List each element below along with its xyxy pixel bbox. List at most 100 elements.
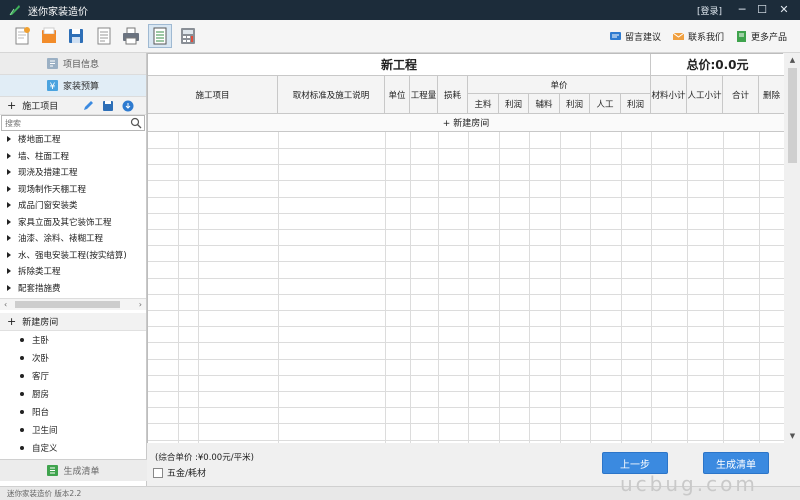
save-item-icon[interactable]: [102, 100, 114, 112]
expand-arrow-icon[interactable]: [7, 136, 11, 143]
header-unit-price: 单价: [468, 76, 651, 94]
header-unit: 单位: [385, 76, 410, 114]
feedback-link[interactable]: 留言建议: [610, 30, 661, 43]
tree-item[interactable]: 水、强电安装工程(按实结算): [0, 247, 146, 264]
grid-column-line: [178, 132, 179, 444]
more-products-label: 更多产品: [751, 33, 788, 43]
add-construction-button[interactable]: +: [7, 99, 16, 112]
search-input[interactable]: [2, 116, 122, 130]
tree-item[interactable]: 油漆、涂料、裱糊工程: [0, 230, 146, 247]
print-icon[interactable]: [121, 26, 141, 46]
contact-link[interactable]: 联系我们: [673, 30, 724, 43]
project-title: 新工程: [148, 54, 651, 76]
grid-row-line: [148, 294, 784, 295]
scroll-right-arrow-icon[interactable]: ›: [139, 300, 142, 309]
add-room-row[interactable]: + 新建房间: [148, 114, 784, 132]
scroll-thumb[interactable]: [788, 68, 797, 163]
scroll-thumb[interactable]: [15, 301, 120, 308]
grid-column-line: [560, 132, 561, 444]
expand-arrow-icon[interactable]: [7, 218, 11, 225]
open-folder-icon[interactable]: [39, 26, 59, 46]
bullet-icon: [20, 374, 24, 378]
tree-item-label: 成品门窗安装类: [18, 201, 78, 212]
room-list: 主卧 次卧 客厅 厨房 阳台 卫生间 自定义: [0, 331, 146, 457]
nav-generate-list[interactable]: 生成清单: [0, 459, 147, 481]
grid-row-line: [148, 391, 784, 392]
room-item[interactable]: 次卧: [0, 349, 146, 367]
search-icon[interactable]: [130, 117, 142, 129]
hardware-label: 五金/耗材: [167, 469, 207, 479]
save-icon[interactable]: [66, 26, 86, 46]
table-grid[interactable]: [148, 132, 784, 444]
room-item[interactable]: 客厅: [0, 367, 146, 385]
expand-arrow-icon[interactable]: [7, 268, 11, 275]
scroll-left-arrow-icon[interactable]: ‹: [4, 300, 7, 309]
header-delete: 删除: [759, 76, 784, 114]
tree-item[interactable]: 成品门窗安装类: [0, 197, 146, 214]
grid-row-line: [148, 375, 784, 376]
tree-item[interactable]: 现浇及措建工程: [0, 164, 146, 181]
more-products-link[interactable]: 更多产品: [736, 30, 787, 43]
calculator-icon[interactable]: [178, 26, 198, 46]
grid-column-line: [410, 132, 411, 444]
nav-project-info[interactable]: 项目信息: [0, 53, 146, 75]
grid-column-line: [198, 132, 199, 444]
close-button[interactable]: ✕: [775, 2, 793, 18]
tree-item[interactable]: 现场制作天棚工程: [0, 181, 146, 198]
svg-text:¥: ¥: [50, 82, 56, 91]
tree-item[interactable]: 家具立面及其它装饰工程: [0, 214, 146, 231]
scroll-up-arrow-icon[interactable]: ▲: [785, 53, 800, 67]
room-item[interactable]: 阳台: [0, 403, 146, 421]
new-file-icon[interactable]: [12, 26, 32, 46]
app-title: 迷你家装造价: [28, 6, 88, 18]
tree-item[interactable]: 楼地面工程: [0, 131, 146, 148]
header-profit: 利润: [560, 94, 590, 114]
expand-arrow-icon[interactable]: [7, 235, 11, 242]
budget-table: 新工程 总价:0.0元 施工项目 取材标准及施工说明 单位 工程量 损耗 单价 …: [147, 53, 784, 444]
nav-budget-label: 家装预算: [62, 82, 99, 92]
minimize-button[interactable]: ─: [733, 2, 751, 18]
header-labor-subtotal: 人工小计: [687, 76, 723, 114]
rooms-header: + 新建房间: [0, 313, 146, 331]
grid-column-line: [385, 132, 386, 444]
tree-item-label: 水、强电安装工程(按实结算): [18, 250, 127, 261]
download-icon[interactable]: [122, 100, 134, 112]
expand-arrow-icon[interactable]: [7, 284, 11, 291]
tree-item[interactable]: 配套措施费: [0, 280, 146, 297]
room-item[interactable]: 厨房: [0, 385, 146, 403]
tree-horizontal-scrollbar[interactable]: ‹ ›: [0, 298, 146, 310]
add-room-button[interactable]: +: [7, 315, 16, 328]
nav-budget[interactable]: ¥ 家装预算: [0, 75, 146, 97]
list-view-button[interactable]: [148, 24, 172, 48]
room-item[interactable]: 卫生间: [0, 421, 146, 439]
construction-items-label: 施工项目: [22, 102, 59, 112]
grid-column-line: [278, 132, 279, 444]
expand-arrow-icon[interactable]: [7, 169, 11, 176]
table-vertical-scrollbar[interactable]: ▲ ▼: [785, 53, 800, 443]
expand-arrow-icon[interactable]: [7, 185, 11, 192]
grid-column-line: [759, 132, 760, 444]
bullet-icon: [20, 428, 24, 432]
header-quantity: 工程量: [410, 76, 438, 114]
room-item[interactable]: 主卧: [0, 331, 146, 349]
login-link[interactable]: [登录]: [697, 4, 722, 17]
tree-item[interactable]: 墙、柱面工程: [0, 148, 146, 165]
expand-arrow-icon[interactable]: [7, 251, 11, 258]
expand-arrow-icon[interactable]: [7, 152, 11, 159]
scroll-down-arrow-icon[interactable]: ▼: [785, 429, 800, 443]
export-document-icon[interactable]: [94, 26, 114, 46]
hardware-checkbox-row[interactable]: 五金/耗材: [153, 466, 206, 479]
watermark: ucbug.com: [620, 472, 758, 496]
prev-step-button[interactable]: 上一步: [602, 452, 668, 474]
edit-icon[interactable]: [82, 100, 94, 112]
expand-arrow-icon[interactable]: [7, 202, 11, 209]
generate-list-button[interactable]: 生成清单: [703, 452, 769, 474]
rooms-label: 新建房间: [22, 318, 59, 328]
maximize-button[interactable]: ☐: [753, 2, 771, 18]
tree-item[interactable]: 拆除类工程: [0, 263, 146, 280]
room-label: 客厅: [32, 372, 50, 382]
grid-column-line: [723, 132, 724, 444]
hardware-checkbox[interactable]: [153, 467, 163, 478]
grid-row-line: [148, 310, 784, 311]
room-item[interactable]: 自定义: [0, 439, 146, 457]
